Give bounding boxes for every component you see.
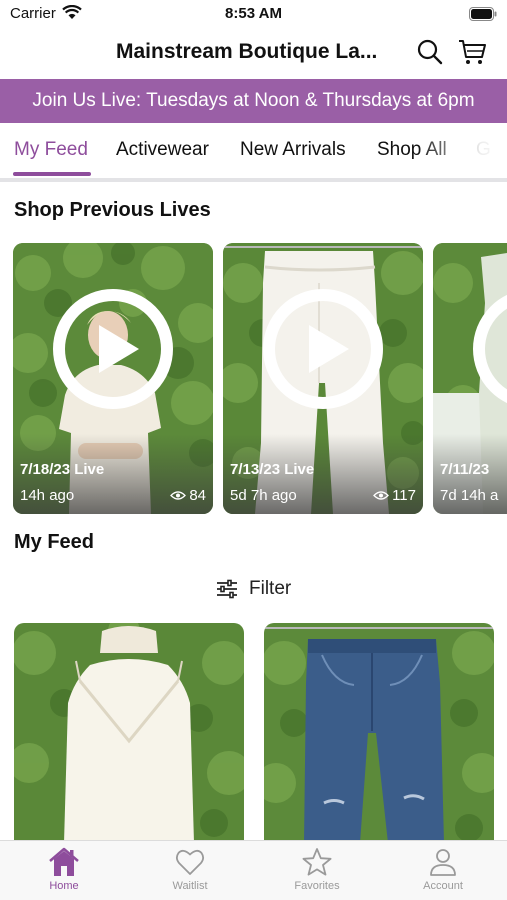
battery-icon: [469, 7, 497, 21]
nav-waitlist[interactable]: Waitlist: [145, 847, 235, 892]
view-count-value: 84: [189, 487, 206, 504]
cart-icon: [459, 40, 486, 64]
live-date-label: 7/11/23: [440, 461, 490, 478]
eye-icon: [373, 491, 389, 500]
product-image: [264, 623, 494, 843]
category-tabs: My Feed Activewear New Arrivals Shop All…: [0, 123, 507, 179]
eye-icon: [170, 491, 187, 500]
tab-new-arrivals[interactable]: New Arrivals: [240, 139, 346, 161]
search-button[interactable]: [414, 36, 446, 68]
app-header: Mainstream Boutique La...: [0, 30, 507, 76]
nav-label: Favorites: [294, 880, 340, 892]
live-view-count: 84: [170, 487, 206, 504]
nav-account[interactable]: Account: [398, 847, 488, 892]
play-icon: [263, 289, 383, 409]
live-card[interactable]: 7/13/23 Live 5d 7h ago 117: [223, 243, 423, 514]
live-view-count: 117: [373, 487, 416, 504]
filter-label: Filter: [249, 578, 292, 599]
play-icon: [53, 289, 173, 409]
active-tab-indicator: [13, 172, 91, 176]
tab-my-feed[interactable]: My Feed: [14, 139, 88, 161]
live-card[interactable]: 7/18/23 Live 14h ago 84: [13, 243, 213, 514]
previous-lives-heading: Shop Previous Lives: [14, 199, 211, 221]
tabs-divider: [0, 178, 507, 182]
live-time-ago: 14h ago: [20, 487, 75, 504]
feed-item[interactable]: [264, 623, 494, 843]
feed-heading: My Feed: [14, 531, 95, 553]
tab-activewear[interactable]: Activewear: [116, 139, 209, 161]
live-card[interactable]: 7/11/23 7d 14h a: [433, 243, 507, 514]
product-image: [14, 623, 244, 843]
live-time-ago: 5d 7h ago: [230, 487, 297, 504]
filter-button[interactable]: Filter: [215, 575, 291, 603]
nav-label: Home: [49, 880, 79, 892]
nav-home[interactable]: Home: [19, 847, 109, 892]
nav-favorites[interactable]: Favorites: [272, 847, 362, 892]
previous-lives-carousel[interactable]: 7/18/23 Live 14h ago 84 7/13/23 Live 5d …: [0, 243, 507, 515]
nav-label: Account: [423, 880, 463, 892]
view-count-value: 117: [392, 487, 416, 504]
status-bar: Carrier 8:53 AM: [0, 0, 507, 28]
star-icon: [302, 848, 332, 876]
cart-button[interactable]: [456, 36, 488, 68]
tabs-fade: [417, 123, 507, 179]
play-icon: [473, 294, 507, 404]
nav-label: Waitlist: [172, 880, 208, 892]
clock: 8:53 AM: [225, 5, 282, 22]
live-schedule-banner[interactable]: Join Us Live: Tuesdays at Noon & Thursda…: [0, 79, 507, 123]
home-icon: [49, 847, 79, 876]
search-icon: [417, 39, 443, 65]
feed-item[interactable]: [14, 623, 244, 843]
person-icon: [430, 849, 456, 876]
heart-icon: [175, 849, 205, 875]
sliders-icon: [217, 579, 237, 599]
store-title: Mainstream Boutique La...: [116, 40, 378, 63]
live-date-label: 7/13/23 Live: [230, 461, 315, 478]
live-time-ago: 7d 14h a: [440, 487, 499, 504]
live-date-label: 7/18/23 Live: [20, 461, 105, 478]
bottom-tab-bar: Home Waitlist Favorites Account: [0, 840, 507, 900]
